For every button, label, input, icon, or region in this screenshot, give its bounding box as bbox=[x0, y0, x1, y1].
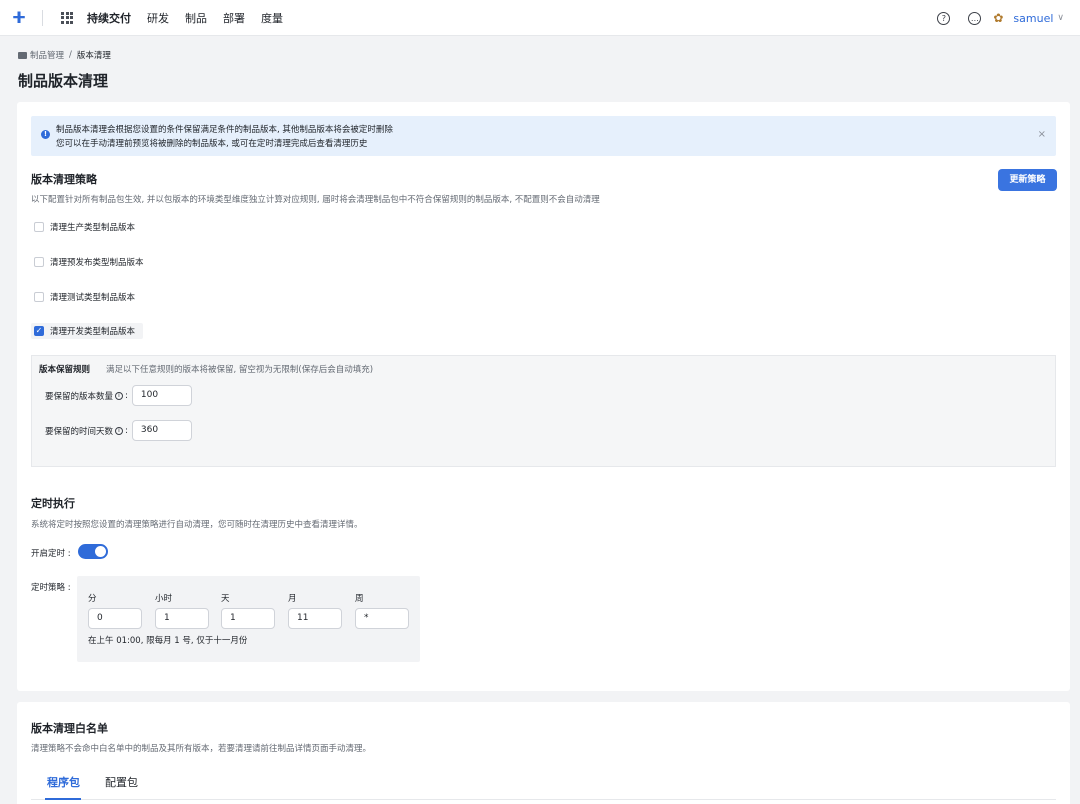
keep-count-input[interactable]: 100 bbox=[131, 385, 192, 406]
update-policy-button[interactable]: 更新策略 bbox=[998, 169, 1057, 191]
message-icon[interactable]: … bbox=[968, 11, 982, 25]
policy-desc: 以下配置针对所有制品包生效, 并以包版本的环境类型维度独立计算对应规则, 届时将… bbox=[31, 195, 600, 205]
hour-input[interactable]: 1 bbox=[155, 608, 209, 629]
briefcase-icon bbox=[18, 51, 27, 59]
main-nav: 持续交付 研发 制品 部署 度量 bbox=[87, 10, 299, 26]
cron-summary: 在上午 01:00, 限每月 1 号, 仅于十一月份 bbox=[88, 636, 248, 646]
nav-item-deploy[interactable]: 部署 bbox=[223, 10, 245, 26]
keep-count-row: 要保留的版本数量 i : 100 bbox=[45, 385, 192, 406]
minute-label: 分 bbox=[88, 594, 97, 604]
logo-icon[interactable]: ⵜ bbox=[12, 9, 28, 26]
cron-editor: 分 小时 天 月 周 0 1 1 11 * 在上午 01:00, 限每月 1 号… bbox=[77, 576, 420, 662]
day-label: 天 bbox=[221, 594, 230, 604]
keep-days-label: 要保留的时间天数 bbox=[45, 426, 114, 437]
option-label: 清理预发布类型制品版本 bbox=[50, 258, 144, 268]
nav-item-artifacts[interactable]: 制品 bbox=[185, 10, 207, 26]
close-icon[interactable]: × bbox=[1038, 129, 1046, 140]
info-icon[interactable]: i bbox=[115, 391, 124, 400]
option-test[interactable]: 清理测试类型制品版本 bbox=[31, 289, 135, 305]
tab-program-package[interactable]: 程序包 bbox=[47, 774, 80, 790]
option-label: 清理开发类型制品版本 bbox=[50, 327, 136, 337]
hour-label: 小时 bbox=[155, 594, 173, 604]
nav-item-dev[interactable]: 研发 bbox=[147, 10, 169, 26]
breadcrumb-parent[interactable]: 制品管理 bbox=[30, 49, 64, 61]
keep-days-input[interactable]: 360 bbox=[131, 420, 192, 441]
rules-desc: 满足以下任意规则的版本将被保留, 留空视为无限制(保存后会自动填充) bbox=[106, 365, 374, 375]
keep-count-label: 要保留的版本数量 bbox=[45, 391, 114, 402]
active-tab-indicator bbox=[45, 798, 81, 800]
toggle-knob bbox=[95, 546, 106, 557]
rules-title: 版本保留规则 bbox=[39, 365, 91, 375]
whitelist-desc: 清理策略不会命中白名单中的制品及其所有版本，若要清理请前往制品详情页面手动清理。 bbox=[31, 744, 372, 754]
month-input[interactable]: 11 bbox=[288, 608, 342, 629]
top-bar: ⵜ 持续交付 研发 制品 部署 度量 ? … ✿ samuel ∨ bbox=[0, 0, 1080, 36]
page-title: 制品版本清理 bbox=[18, 72, 109, 90]
divider bbox=[42, 9, 43, 26]
option-label: 清理生产类型制品版本 bbox=[50, 223, 136, 233]
checkbox[interactable] bbox=[34, 292, 44, 302]
chevron-down-icon[interactable]: ∨ bbox=[1057, 13, 1064, 23]
info-icon[interactable]: i bbox=[115, 426, 124, 435]
strategy-label: 定时策略 : bbox=[31, 583, 71, 593]
month-label: 月 bbox=[288, 594, 297, 604]
breadcrumb-current: 版本清理 bbox=[76, 51, 111, 61]
info-icon: ! bbox=[41, 130, 50, 139]
app-grid-icon[interactable] bbox=[61, 11, 73, 24]
whitelist-tabs: 程序包 配置包 bbox=[31, 766, 1056, 800]
option-staging[interactable]: 清理预发布类型制品版本 bbox=[31, 254, 144, 270]
option-production[interactable]: 清理生产类型制品版本 bbox=[31, 219, 135, 235]
policy-card: ! 制品版本清理会根据您设置的条件保留满足条件的制品版本, 其他制品版本将会被定… bbox=[17, 102, 1070, 691]
whitelist-card: 版本清理白名单 清理策略不会命中白名单中的制品及其所有版本，若要清理请前往制品详… bbox=[17, 702, 1070, 804]
week-label: 周 bbox=[355, 594, 364, 604]
schedule-title: 定时执行 bbox=[31, 497, 75, 510]
checkbox[interactable] bbox=[34, 257, 44, 267]
policy-title: 版本清理策略 bbox=[31, 173, 97, 186]
nav-item-delivery[interactable]: 持续交付 bbox=[87, 10, 131, 26]
enable-schedule-label: 开启定时 : bbox=[31, 549, 71, 559]
option-dev[interactable]: ✓ 清理开发类型制品版本 bbox=[31, 323, 144, 339]
alert-line-2: 您可以在手动清理前预览将被删除的制品版本, 或可在定时清理完成后查看清理历史 bbox=[56, 139, 368, 149]
minute-input[interactable]: 0 bbox=[88, 608, 142, 629]
help-icon[interactable]: ? bbox=[937, 11, 951, 25]
info-alert: ! 制品版本清理会根据您设置的条件保留满足条件的制品版本, 其他制品版本将会被定… bbox=[31, 116, 1056, 156]
option-label: 清理测试类型制品版本 bbox=[50, 293, 136, 303]
schedule-desc: 系统将定时按照您设置的清理策略进行自动清理，您可随时在清理历史中查看清理详情。 bbox=[31, 520, 363, 530]
tab-config-package[interactable]: 配置包 bbox=[105, 774, 138, 790]
alert-line-1: 制品版本清理会根据您设置的条件保留满足条件的制品版本, 其他制品版本将会被定时删… bbox=[56, 125, 393, 135]
user-area: ? … ✿ samuel ∨ bbox=[919, 0, 1064, 36]
checkbox[interactable] bbox=[34, 222, 44, 232]
breadcrumb: 制品管理 / 版本清理 bbox=[18, 49, 111, 61]
retention-rules: 版本保留规则 满足以下任意规则的版本将被保留, 留空视为无限制(保存后会自动填充… bbox=[31, 355, 1056, 467]
avatar[interactable]: ✿ bbox=[993, 11, 1007, 25]
username[interactable]: samuel bbox=[1013, 12, 1053, 25]
nav-item-metrics[interactable]: 度量 bbox=[261, 10, 283, 26]
keep-days-row: 要保留的时间天数 i : 360 bbox=[45, 420, 192, 441]
whitelist-title: 版本清理白名单 bbox=[31, 722, 108, 735]
checkbox-checked[interactable]: ✓ bbox=[34, 326, 44, 336]
schedule-toggle[interactable] bbox=[78, 544, 108, 559]
day-input[interactable]: 1 bbox=[221, 608, 275, 629]
week-input[interactable]: * bbox=[355, 608, 409, 629]
breadcrumb-separator: / bbox=[69, 50, 72, 60]
